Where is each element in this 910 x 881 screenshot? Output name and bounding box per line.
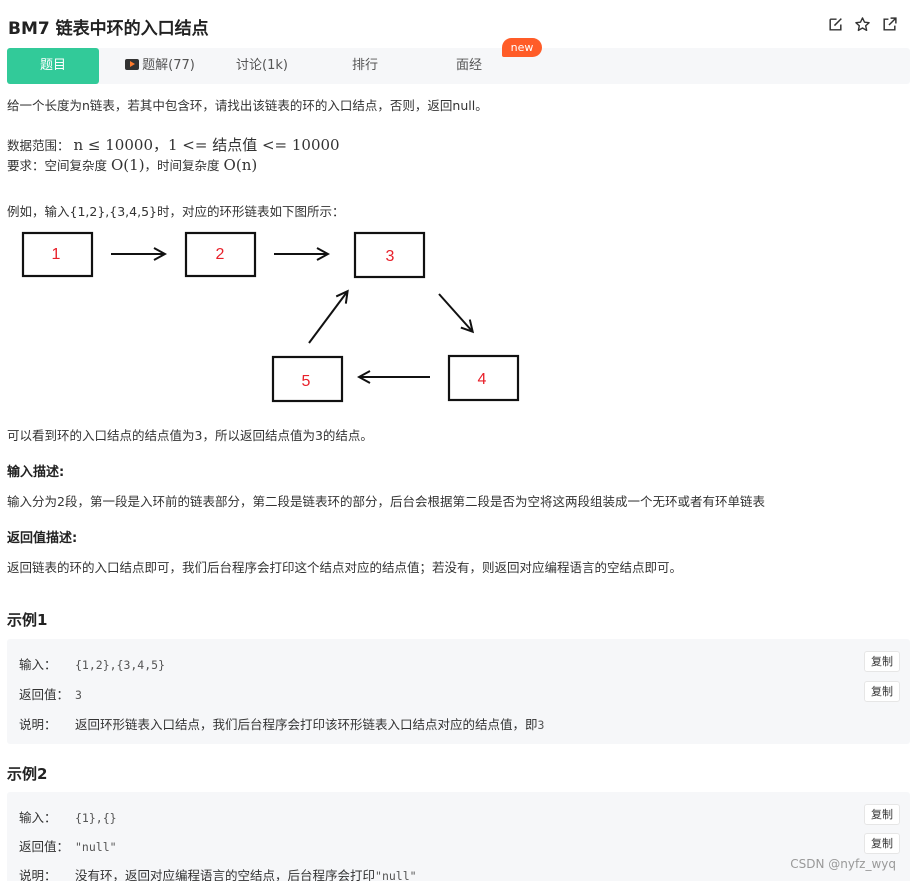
node-3-label: 3 xyxy=(386,248,395,265)
example-2-return: 返回值： "null" xyxy=(19,839,117,854)
node-5: 5 xyxy=(271,355,344,403)
video-icon xyxy=(125,59,140,70)
example-intro: 例如，输入{1,2},{3,4,5}时，对应的环形链表如下图所示： xyxy=(7,204,345,219)
node-5-label: 5 xyxy=(302,373,311,390)
return-desc-text: 返回链表的环的入口结点即可，我们后台程序会打印这个结点对应的结点值；若没有，则返… xyxy=(7,560,683,575)
node-1-label: 1 xyxy=(52,246,61,263)
tab-interviews[interactable]: 面经 xyxy=(429,48,509,84)
space-complexity: O(1) xyxy=(111,156,145,174)
node-4: 4 xyxy=(447,354,520,402)
node-2: 2 xyxy=(184,231,257,278)
node-3: 3 xyxy=(353,231,426,279)
example-2-box: 输入： {1},{} 复制 返回值： "null" 复制 说明： 没有环，返回对应编程… xyxy=(7,792,910,881)
problem-title: BM7 链表中环的入口结点 xyxy=(8,19,209,39)
data-range: 数据范围： n ≤ 10000，1 <= 结点值 <= 10000 xyxy=(7,136,340,154)
linked-list-diagram: 1 2 3 4 5 xyxy=(21,231,520,403)
example-1-return: 返回值： 3 xyxy=(19,687,82,702)
problem-intro: 给一个长度为n链表，若其中包含环，请找出该链表的环的入口结点，否则，返回null… xyxy=(7,98,488,113)
edit-icon[interactable] xyxy=(827,16,844,33)
example-2-title: 示例2 xyxy=(7,765,48,783)
example-1-box: 输入： {1,2},{3,4,5} 复制 返回值： 3 复制 说明： 返回环形链表入口… xyxy=(7,639,910,744)
input-desc-text: 输入分为2段，第一段是入环前的链表部分，第二段是链表环的部分，后台会根据第二段是… xyxy=(7,494,765,509)
tab-ranking[interactable]: 排行 xyxy=(325,48,405,84)
copy-input-button[interactable]: 复制 xyxy=(864,804,900,825)
tab-discussion[interactable]: 讨论(1k) xyxy=(217,48,307,84)
share-icon[interactable] xyxy=(881,16,898,33)
time-complexity: O(n) xyxy=(223,156,258,174)
problem-header: BM7 链表中环的入口结点 xyxy=(0,0,910,48)
node-4-label: 4 xyxy=(478,371,487,388)
watermark: CSDN @nyfz_wyq xyxy=(790,857,896,871)
node-2-label: 2 xyxy=(216,246,225,263)
example-2-input: 输入： {1},{} xyxy=(19,810,117,825)
tab-bar: 题目 题解(77) 讨论(1k) 排行 面经 xyxy=(7,48,910,84)
example-1-title: 示例1 xyxy=(7,611,48,629)
example-1-input: 输入： {1,2},{3,4,5} xyxy=(19,657,166,672)
star-icon[interactable] xyxy=(854,16,871,33)
input-desc-heading: 输入描述: xyxy=(7,465,65,480)
requirements: 要求：空间复杂度 O(1)，时间复杂度 O(n) xyxy=(7,156,258,174)
node-1: 1 xyxy=(21,231,94,278)
tab-solutions[interactable]: 题解(77) xyxy=(115,48,205,84)
arrow-3-4 xyxy=(438,293,472,331)
header-actions xyxy=(827,16,898,33)
copy-return-button[interactable]: 复制 xyxy=(864,833,900,854)
new-badge: new xyxy=(502,38,542,57)
example-1-explain: 说明： 返回环形链表入口结点，我们后台程序会打印该环形链表入口结点对应的结点值，即… xyxy=(19,717,545,732)
range-math: n ≤ 10000，1 <= 结点值 <= 10000 xyxy=(73,136,340,154)
return-desc-heading: 返回值描述: xyxy=(7,531,78,546)
arrow-5-3 xyxy=(308,292,347,344)
conclusion: 可以看到环的入口结点的结点值为3，所以返回结点值为3的结点。 xyxy=(7,428,373,443)
copy-input-button[interactable]: 复制 xyxy=(864,651,900,672)
copy-return-button[interactable]: 复制 xyxy=(864,681,900,702)
example-2-explain: 说明： 没有环，返回对应编程语言的空结点，后台程序会打印"null" xyxy=(19,868,417,881)
tab-problem[interactable]: 题目 xyxy=(7,48,99,84)
